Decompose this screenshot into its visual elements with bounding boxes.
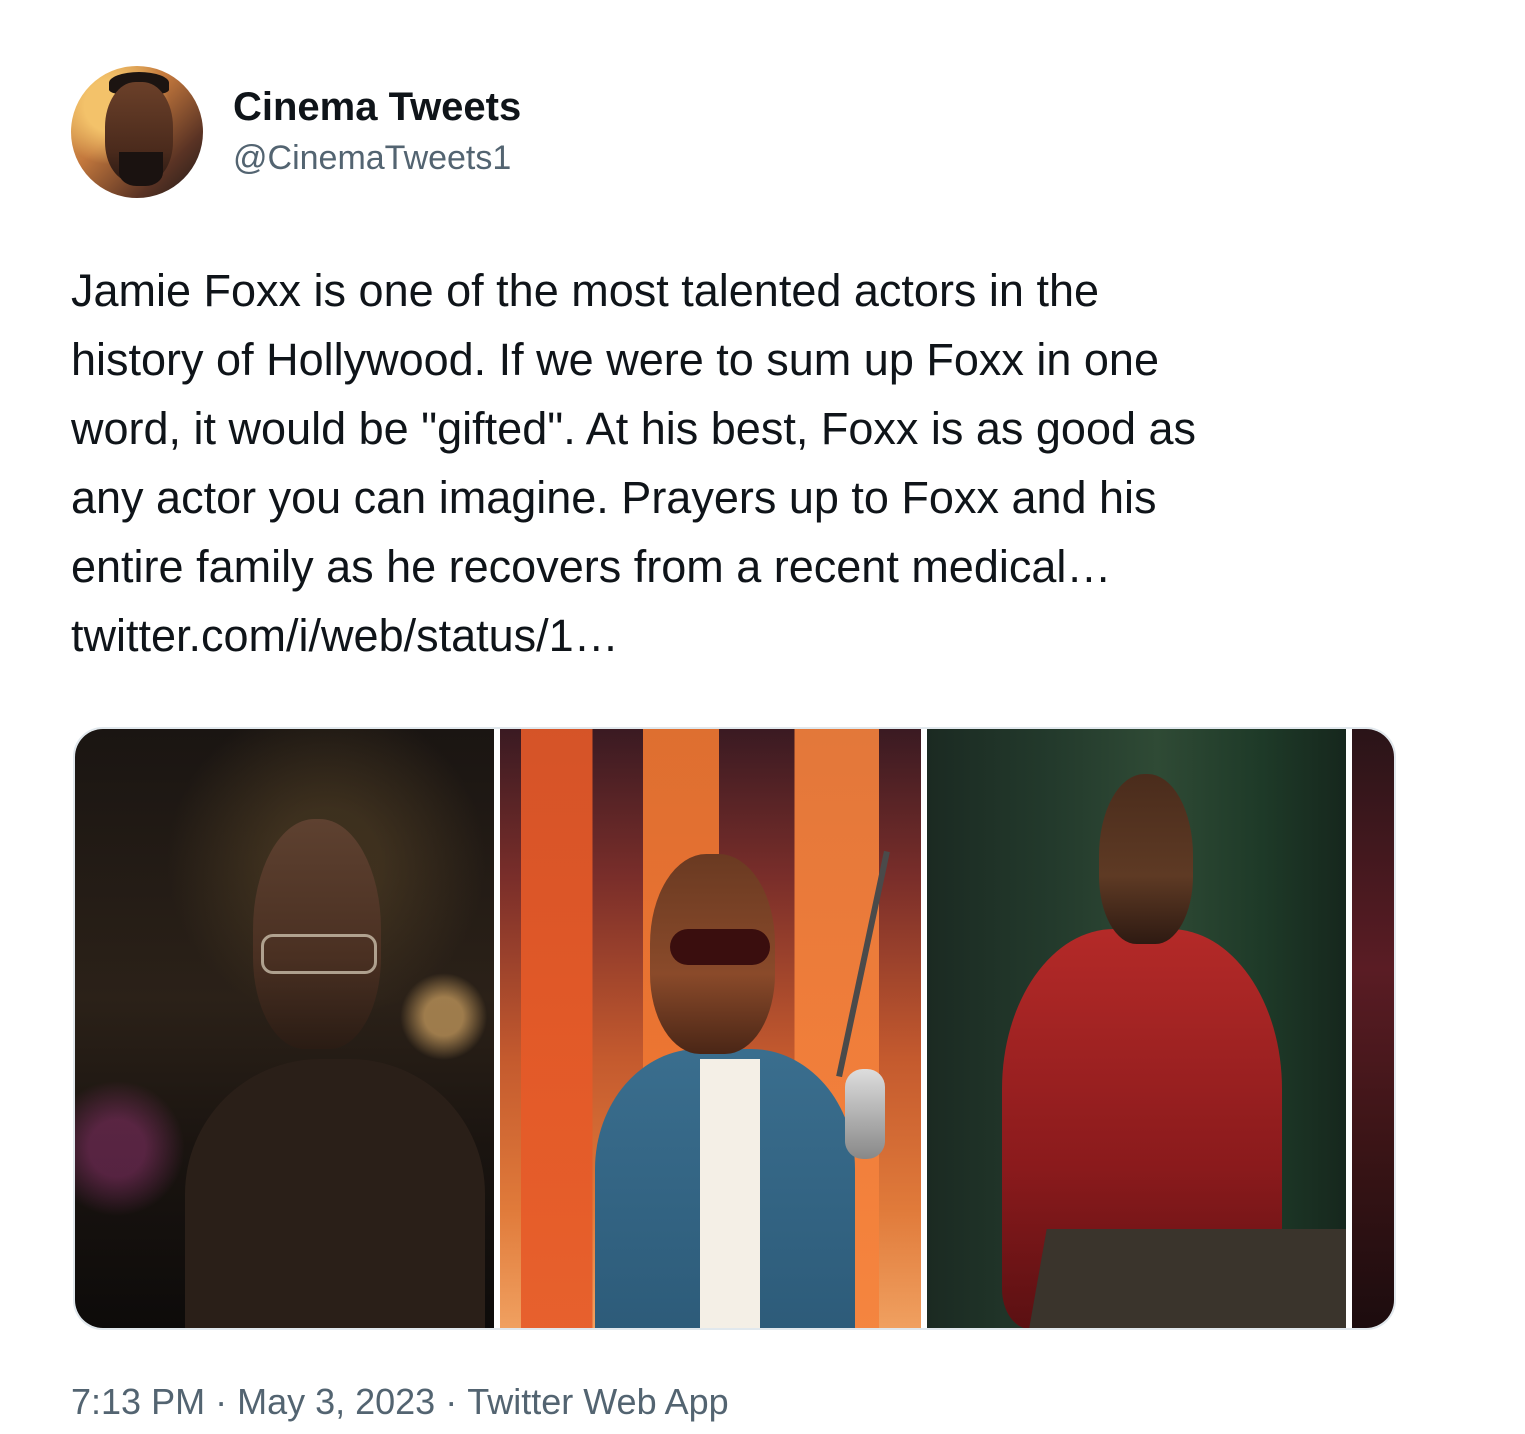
photo-4-partial[interactable] bbox=[1352, 729, 1394, 1328]
photo-2-mic-stand bbox=[836, 850, 890, 1078]
tweet-source[interactable]: Twitter Web App bbox=[467, 1381, 728, 1422]
avatar[interactable] bbox=[71, 66, 203, 198]
tweet-meta: 7:13 PM · May 3, 2023 · Twitter Web App bbox=[71, 1380, 729, 1424]
author-display-name[interactable]: Cinema Tweets bbox=[233, 84, 521, 130]
tweet-text-line: word, it would be "gifted". At his best,… bbox=[71, 403, 1197, 454]
photo-1-figure-body bbox=[185, 1059, 485, 1328]
photo-2-figure-shirt bbox=[700, 1059, 760, 1328]
photo-3[interactable] bbox=[927, 729, 1346, 1328]
meta-separator: · bbox=[215, 1381, 228, 1422]
tweet-link[interactable]: twitter.com/i/web/status/1… bbox=[71, 601, 1471, 670]
photo-3-desk bbox=[1027, 1229, 1346, 1328]
tweet-date[interactable]: May 3, 2023 bbox=[237, 1381, 435, 1422]
tweet-text-line: any actor you can imagine. Prayers up to… bbox=[71, 472, 1157, 523]
photo-2[interactable] bbox=[500, 729, 921, 1328]
photo-2-sunglasses bbox=[670, 929, 770, 965]
avatar-beard bbox=[119, 152, 163, 186]
tweet-text-line: entire family as he recovers from a rece… bbox=[71, 541, 1112, 592]
tweet-text-line: Jamie Foxx is one of the most talented a… bbox=[71, 265, 1100, 316]
photo-3-figure-head bbox=[1099, 774, 1193, 944]
photo-2-microphone bbox=[845, 1069, 885, 1159]
media-carousel bbox=[73, 727, 1396, 1330]
author-handle[interactable]: @CinemaTweets1 bbox=[233, 138, 511, 178]
tweet-text-line: history of Hollywood. If we were to sum … bbox=[71, 334, 1159, 385]
meta-separator: · bbox=[445, 1381, 458, 1422]
tweet-time[interactable]: 7:13 PM bbox=[71, 1381, 205, 1422]
photo-1[interactable] bbox=[75, 729, 494, 1328]
photo-1-glasses bbox=[261, 934, 377, 974]
tweet-text: Jamie Foxx is one of the most talented a… bbox=[71, 256, 1471, 670]
